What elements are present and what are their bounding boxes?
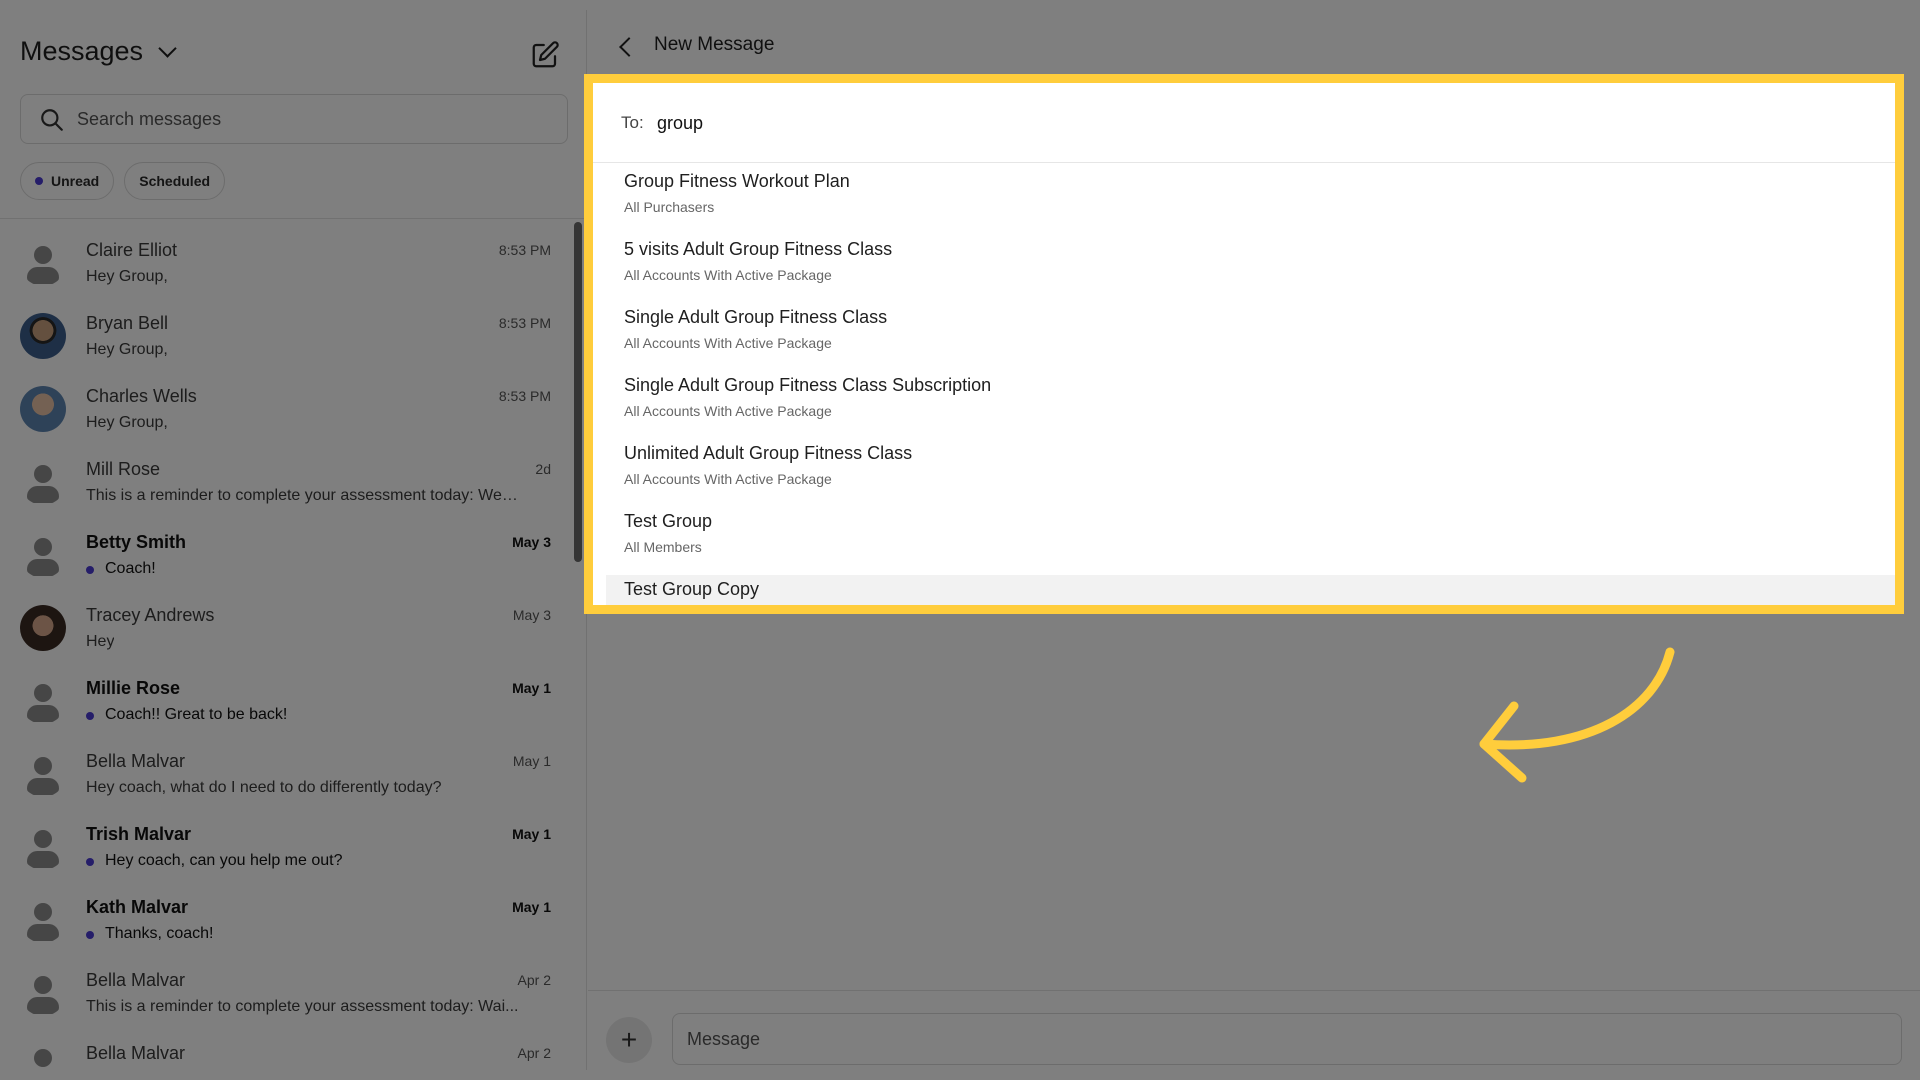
recipient-suggestion[interactable]: Group Fitness Workout Plan All Purchasers <box>606 167 1895 235</box>
recipient-suggestion[interactable]: Unlimited Adult Group Fitness Class All A… <box>606 439 1895 507</box>
to-row: To: <box>593 83 1895 163</box>
suggestion-title: Single Adult Group Fitness Class Subscri… <box>624 375 992 395</box>
to-label: To: <box>621 113 644 132</box>
curved-arrow-icon <box>1479 647 1675 783</box>
suggestion-title: Test Group Copy <box>624 579 760 599</box>
recipient-suggestion[interactable]: Single Adult Group Fitness Class Subscri… <box>606 371 1895 439</box>
suggestion-audience: All Purchasers <box>624 199 715 215</box>
recipient-input[interactable] <box>657 107 1257 139</box>
recipient-suggestions: Group Fitness Workout Plan All Purchasers… <box>593 167 1895 605</box>
recipient-suggestion[interactable]: Single Adult Group Fitness Class All Acco… <box>606 303 1895 371</box>
recipient-suggestion[interactable]: Test Group Copy <box>606 575 1895 605</box>
suggestion-title: Test Group <box>624 511 713 531</box>
recipient-suggestion[interactable]: Test Group All Members <box>606 507 1895 575</box>
suggestion-audience: All Accounts With Active Package <box>624 267 832 283</box>
suggestion-title: Unlimited Adult Group Fitness Class <box>624 443 913 463</box>
recipient-suggestion[interactable]: 5 visits Adult Group Fitness Class All Ac… <box>606 235 1895 303</box>
suggestion-title: Group Fitness Workout Plan <box>624 171 850 191</box>
suggestion-title: 5 visits Adult Group Fitness Class <box>624 239 893 259</box>
recipient-highlight: To: Group Fitness Workout Plan All Purcha… <box>584 74 1904 614</box>
suggestion-audience: All Members <box>624 539 702 555</box>
suggestion-title: Single Adult Group Fitness Class <box>624 307 888 327</box>
suggestion-audience: All Accounts With Active Package <box>624 403 832 419</box>
suggestion-audience: All Accounts With Active Package <box>624 335 832 351</box>
suggestion-audience: All Accounts With Active Package <box>624 471 832 487</box>
